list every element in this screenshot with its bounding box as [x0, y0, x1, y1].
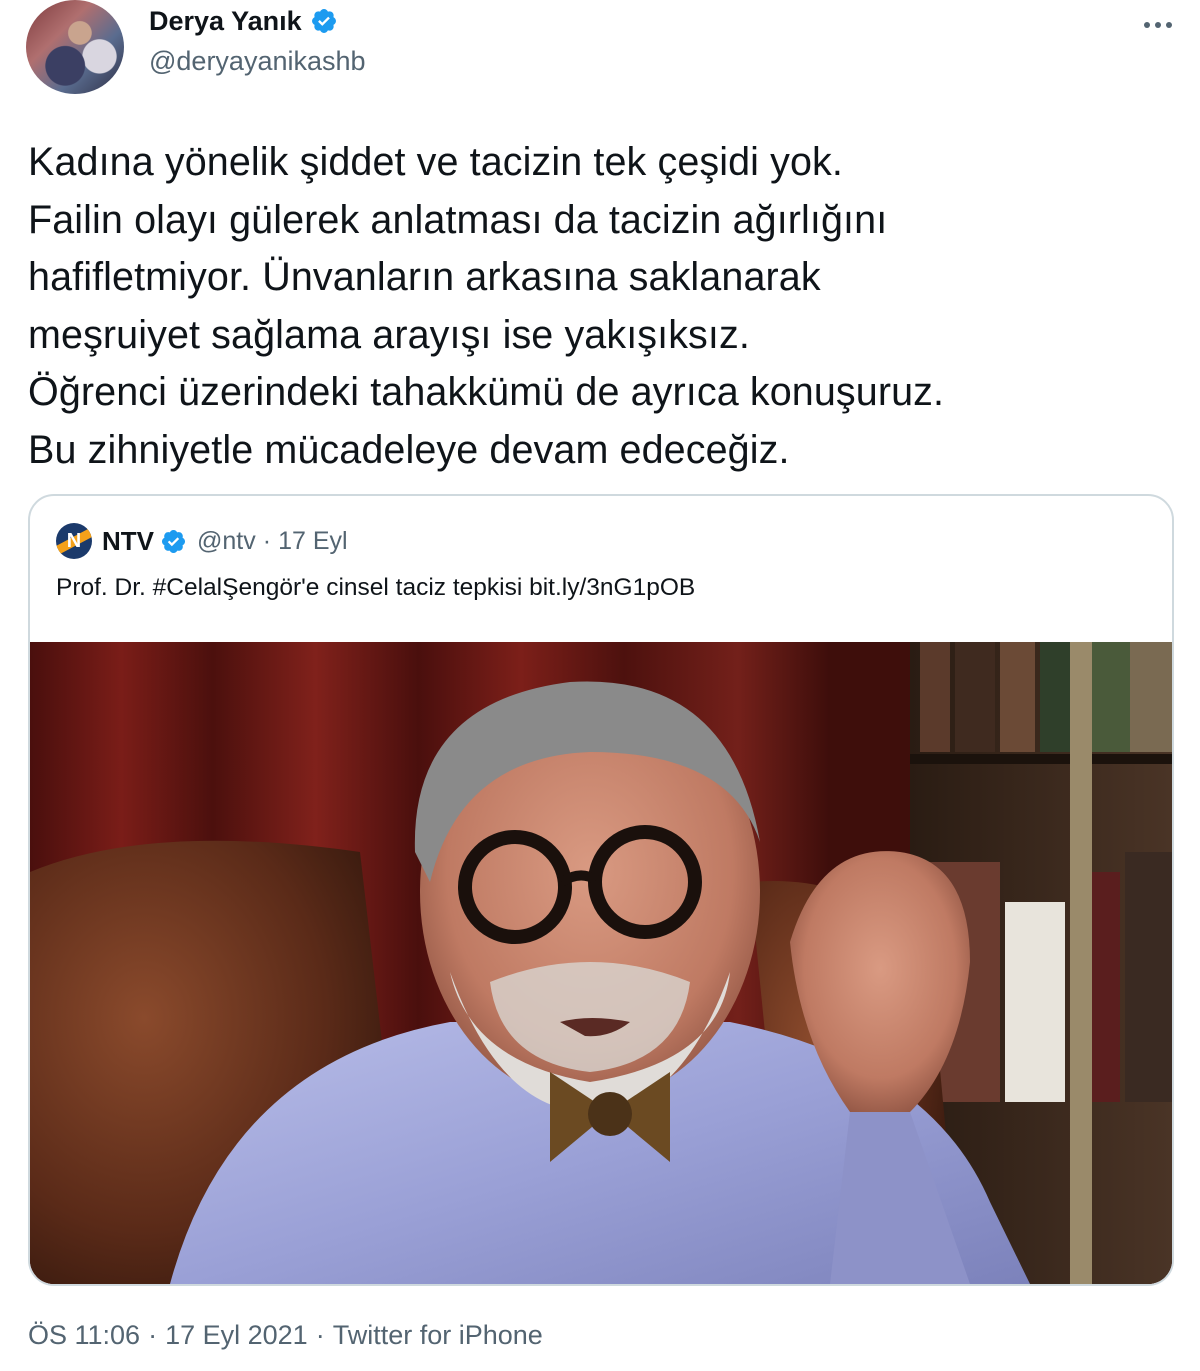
tweet: Derya Yanık @deryayanikashb Kadına yönel… [0, 0, 1200, 1371]
quoted-tweet-photo[interactable] [30, 642, 1172, 1284]
tweet-text-line: Failin olayı gülerek anlatması da tacizi… [28, 197, 888, 242]
author-avatar[interactable] [26, 0, 124, 94]
tweet-text-line: Bu zihniyetle mücadeleye devam edeceğiz. [28, 427, 790, 472]
verified-badge-icon [161, 529, 186, 553]
author-name[interactable]: Derya Yanık [149, 6, 302, 37]
quoted-author-handle[interactable]: @ntv [197, 527, 256, 556]
tweet-text-line: Öğrenci üzerindeki tahakkümü de ayrıca k… [28, 370, 945, 414]
tweet-text: Kadına yönelik şiddet ve tacizin tek çeş… [28, 134, 1178, 479]
verified-badge-icon [311, 9, 336, 33]
quoted-tweet-card[interactable]: N NTV @ntv · 17 Eyl Prof. Dr. #CelalŞeng… [28, 494, 1174, 1286]
separator-dot: · [262, 526, 272, 555]
quoted-tweet-date[interactable]: 17 Eyl [278, 527, 347, 556]
tweet-metadata: ÖS 11:06 · 17 Eyl 2021 · Twitter for iPhone [28, 1320, 543, 1351]
tweet-date[interactable]: 17 Eyl 2021 [165, 1320, 308, 1350]
ntv-avatar[interactable]: N [56, 523, 92, 559]
tweet-source[interactable]: Twitter for iPhone [333, 1320, 543, 1350]
tweet-text-line: Kadına yönelik şiddet ve tacizin tek çeş… [28, 140, 843, 184]
separator-dot: · [315, 1320, 325, 1350]
photo-illustration [30, 642, 1172, 1284]
quoted-tweet-text: Prof. Dr. #CelalŞengör'e cinsel taciz te… [56, 574, 696, 601]
tweet-text-line: hafifletmiyor. Ünvanların arkasına sakla… [28, 255, 821, 299]
more-options-icon[interactable] [1138, 16, 1178, 34]
quoted-tweet-header: N NTV @ntv · 17 Eyl [56, 522, 348, 560]
author-handle[interactable]: @deryayanikashb [149, 46, 366, 77]
tweet-text-line: meşruiyet sağlama arayışı ise yakışıksız… [28, 312, 750, 357]
separator-dot: · [148, 1320, 158, 1350]
author-block[interactable]: Derya Yanık [149, 4, 338, 38]
quoted-author-name[interactable]: NTV [102, 526, 154, 557]
tweet-time[interactable]: ÖS 11:06 [28, 1320, 140, 1350]
